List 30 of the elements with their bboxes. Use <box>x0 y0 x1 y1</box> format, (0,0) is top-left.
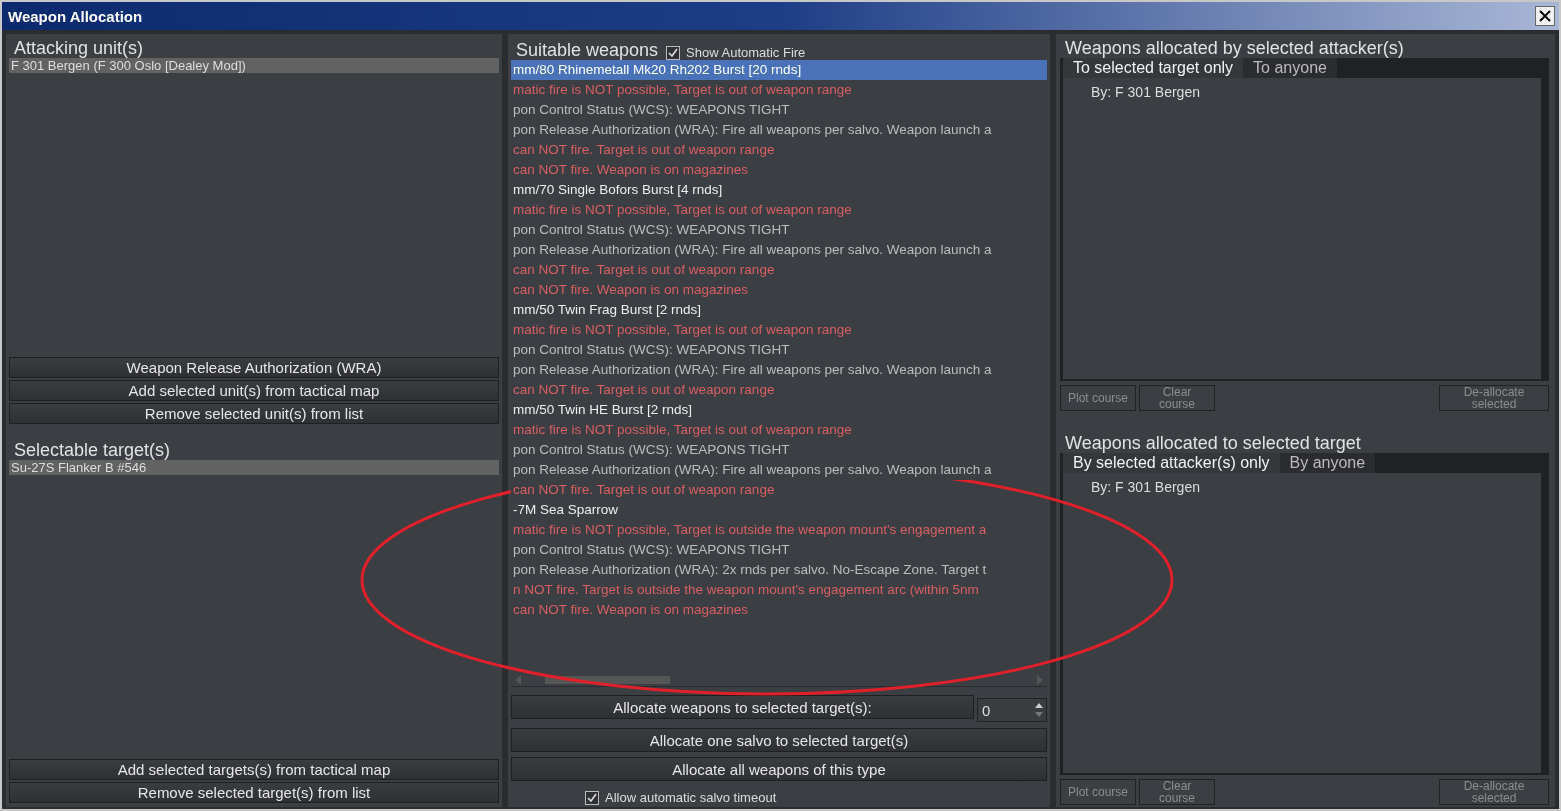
allocate-weapons-button[interactable]: Allocate weapons to selected target(s): <box>511 695 974 719</box>
tab[interactable]: To anyone <box>1243 58 1337 78</box>
allocation-item[interactable]: By: F 301 Bergen <box>1091 84 1541 100</box>
tab[interactable]: To selected target only <box>1063 58 1244 78</box>
tab[interactable]: By anyone <box>1279 452 1376 473</box>
action-button[interactable]: Add selected unit(s) from tactical map <box>9 380 499 401</box>
action-button[interactable]: Remove selected unit(s) from list <box>9 403 499 424</box>
checkbox[interactable] <box>585 790 599 805</box>
show-automatic-fire-checkbox[interactable]: Show Automatic Fire <box>666 45 806 60</box>
action-button[interactable]: Add selected targets(s) from tactical map <box>9 759 499 780</box>
close-icon <box>1539 10 1551 22</box>
action-button[interactable]: Weapon Release Authorization (WRA) <box>9 357 499 378</box>
unit-list-item[interactable]: F 301 Bergen (F 300 Oslo [Dealey Mod]) <box>9 58 499 73</box>
section-heading: Weapons allocated to selected target <box>1064 432 1362 453</box>
section-heading: Weapons allocated by selected attacker(s) <box>1064 38 1405 58</box>
section-heading: Suitable weapons <box>515 40 659 60</box>
checkbox[interactable] <box>666 45 681 60</box>
action-button[interactable]: Remove selected target(s) from list <box>9 782 499 803</box>
count-spinner[interactable]: 0 <box>977 697 1047 722</box>
window-title: Weapon Allocation <box>8 7 143 25</box>
allocate-button[interactable]: Allocate all weapons of this type <box>511 757 1047 781</box>
target-list-item[interactable]: Su-27S Flanker B #546 <box>9 460 499 475</box>
tab[interactable]: By selected attacker(s) only <box>1063 452 1280 473</box>
section-heading: Selectable target(s) <box>13 440 172 460</box>
close-button[interactable] <box>1535 6 1555 26</box>
allocation-item[interactable]: By: F 301 Bergen <box>1091 478 1541 495</box>
salvo-timeout-checkbox[interactable]: Allow automatic salvo timeout <box>585 790 1047 805</box>
allocate-button[interactable]: Allocate one salvo to selected target(s) <box>511 728 1047 752</box>
section-heading: Attacking unit(s) <box>13 38 145 58</box>
weapon-row[interactable]: mm/80 Rhinemetall Mk20 Rh202 Burst [20 rnds] <box>511 60 1047 80</box>
